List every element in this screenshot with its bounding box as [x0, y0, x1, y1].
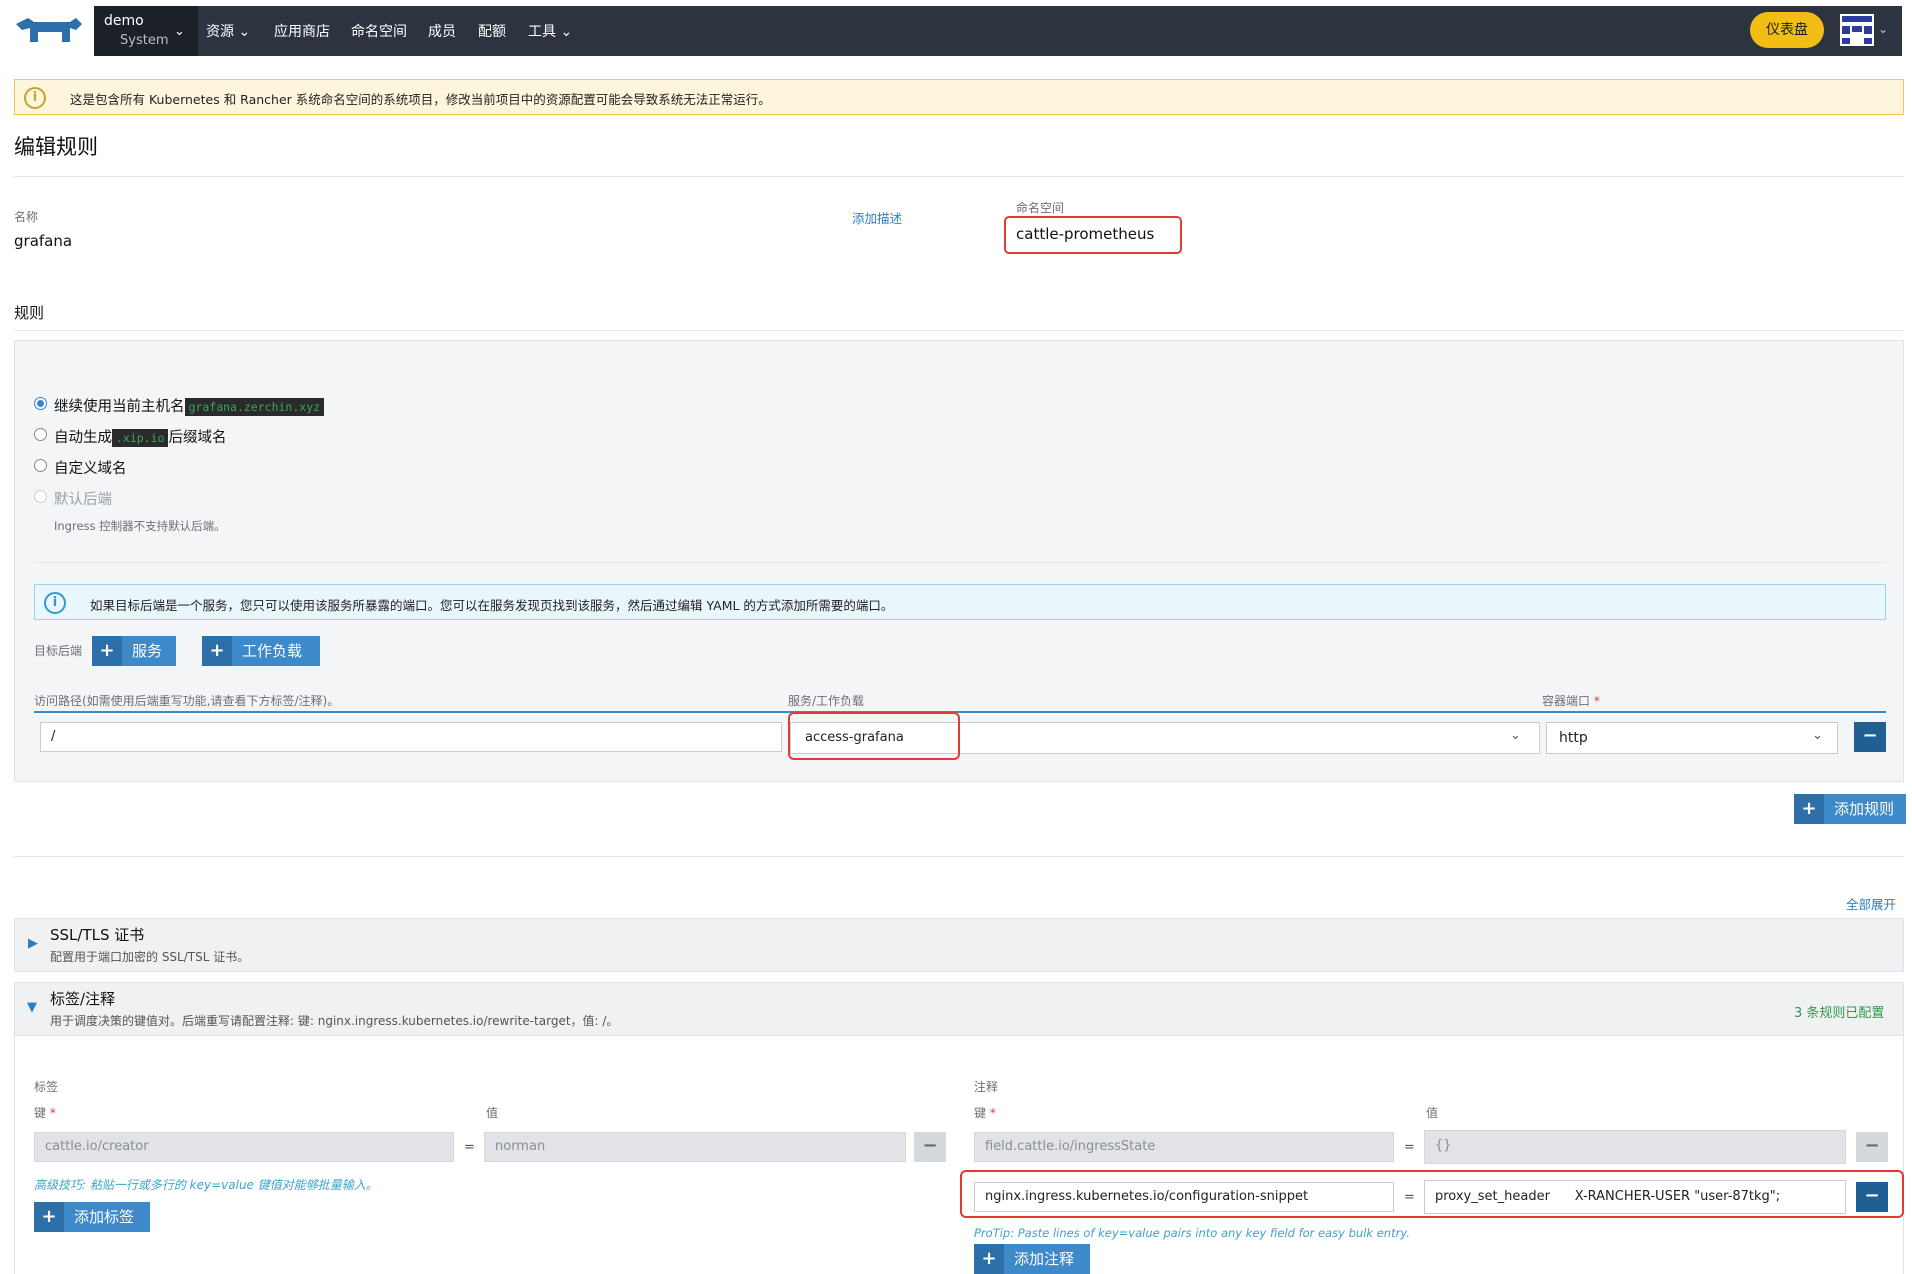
- port-select[interactable]: http: [1546, 722, 1838, 754]
- chevron-down-icon: ⌄: [174, 24, 185, 39]
- annotations-subtitle: 注释: [974, 1080, 999, 1094]
- plus-icon: +: [202, 636, 232, 666]
- expand-triangle-icon[interactable]: ▶: [28, 936, 38, 951]
- annotations-hint: ProTip: Paste lines of key=value pairs i…: [974, 1226, 1410, 1240]
- path-input[interactable]: /: [40, 722, 782, 752]
- plus-icon: +: [34, 1202, 64, 1232]
- nav-item-quotas[interactable]: 配额: [478, 21, 506, 41]
- name-value: grafana: [14, 232, 73, 250]
- nav-item-members[interactable]: 成员: [428, 21, 456, 41]
- ssl-desc: 配置用于端口加密的 SSL/TSL 证书。: [50, 950, 250, 964]
- chevron-down-icon[interactable]: ⌄: [1878, 22, 1888, 36]
- service-header: 服务/工作负载: [788, 694, 865, 708]
- option-auto-generate[interactable]: 自动生成 .xip.io 后缀域名: [54, 426, 226, 447]
- name-label: 名称: [14, 210, 39, 224]
- xip-code: .xip.io: [112, 429, 169, 447]
- ssl-title: SSL/TLS 证书: [50, 926, 145, 944]
- nav-item-resources[interactable]: 资源 ⌄: [206, 21, 250, 41]
- chevron-down-icon: ⌄: [560, 24, 573, 40]
- expand-all-link[interactable]: 全部展开: [1846, 894, 1896, 913]
- add-service-button[interactable]: + 服务: [92, 636, 176, 666]
- remove-annotation-button[interactable]: −: [1856, 1132, 1888, 1162]
- radio-default-backend: [34, 490, 47, 503]
- equals-sign: =: [1404, 1140, 1415, 1155]
- chevron-down-icon: ⌄: [1510, 728, 1521, 743]
- port-header: 容器端口 *: [1542, 694, 1600, 708]
- annotation-key-header: 键 *: [974, 1106, 996, 1120]
- chevron-down-icon: ⌄: [1812, 728, 1823, 743]
- label-key-input[interactable]: cattle.io/creator: [34, 1132, 454, 1162]
- divider: [14, 856, 1904, 857]
- add-annotation-button[interactable]: + 添加注释: [974, 1244, 1090, 1274]
- add-workload-button[interactable]: + 工作负载: [202, 636, 320, 666]
- nav-item-tools[interactable]: 工具 ⌄: [528, 21, 572, 41]
- rancher-logo-icon[interactable]: [12, 14, 84, 46]
- option-default-backend: 默认后端: [54, 492, 112, 508]
- radio-auto-generate[interactable]: [34, 428, 47, 441]
- path-header: 访问路径(如需使用后端重写功能,请查看下方标签/注释)。: [34, 694, 340, 708]
- chevron-down-icon: ⌄: [238, 24, 251, 40]
- remove-label-button[interactable]: −: [914, 1132, 946, 1162]
- radio-custom-domain[interactable]: [34, 459, 47, 472]
- configured-count: 3 条规则已配置: [1794, 1006, 1885, 1021]
- project-name: System: [120, 33, 169, 48]
- target-backend-label: 目标后端: [34, 644, 83, 658]
- plus-icon: +: [92, 636, 122, 666]
- user-avatar-icon[interactable]: [1840, 14, 1874, 46]
- backend-info-text: 如果目标后端是一个服务，您只可以使用该服务所暴露的端口。您可以在服务发现页找到该…: [90, 598, 894, 613]
- header-underline: [34, 711, 1886, 713]
- default-backend-note: Ingress 控制器不支持默认后端。: [54, 519, 226, 533]
- dashboard-button[interactable]: 仪表盘: [1750, 12, 1824, 48]
- page-title: 编辑规则: [14, 135, 98, 159]
- hostname-code: grafana.zerchin.xyz: [184, 398, 325, 416]
- annotation-highlight-box: [960, 1170, 1904, 1218]
- option-custom-domain[interactable]: 自定义域名: [54, 457, 127, 478]
- label-value-header: 值: [486, 1106, 499, 1120]
- label-value-input[interactable]: norman: [484, 1132, 906, 1162]
- cluster-name: demo: [104, 13, 144, 29]
- info-icon: i: [24, 87, 46, 109]
- info-icon: i: [44, 592, 66, 614]
- radio-keep-hostname[interactable]: [34, 397, 47, 410]
- plus-icon: +: [1794, 794, 1824, 824]
- service-highlight-box: [788, 712, 960, 760]
- annotation-key-input[interactable]: field.cattle.io/ingressState: [974, 1132, 1394, 1162]
- nav-item-namespaces[interactable]: 命名空间: [351, 21, 407, 41]
- divider: [14, 176, 1904, 177]
- annotation-value-input[interactable]: {}: [1424, 1130, 1846, 1164]
- plus-icon: +: [974, 1244, 1004, 1274]
- annotation-value-header: 值: [1426, 1106, 1439, 1120]
- labels-subtitle: 标签: [34, 1080, 59, 1094]
- remove-rule-button[interactable]: −: [1854, 722, 1886, 752]
- nav-item-catalog[interactable]: 应用商店: [274, 21, 330, 41]
- label-key-header: 键 *: [34, 1106, 56, 1120]
- divider: [14, 330, 1904, 331]
- namespace-value: cattle-prometheus: [1016, 225, 1155, 243]
- option-keep-hostname[interactable]: 继续使用当前主机名 grafana.zerchin.xyz: [54, 395, 325, 416]
- namespace-label: 命名空间: [1016, 201, 1065, 215]
- divider: [34, 562, 1886, 563]
- labels-desc: 用于调度决策的键值对。后端重写请配置注释: 键: nginx.ingress.k…: [50, 1014, 619, 1028]
- equals-sign: =: [464, 1140, 475, 1155]
- add-label-button[interactable]: + 添加标签: [34, 1202, 150, 1232]
- add-description-link[interactable]: 添加描述: [852, 208, 902, 227]
- ssl-section-header[interactable]: [14, 918, 1904, 972]
- banner-text: 这是包含所有 Kubernetes 和 Rancher 系统命名空间的系统项目，…: [70, 92, 771, 107]
- labels-hint: 高级技巧: 粘贴一行或多行的 key=value 键值对能够批量输入。: [34, 1178, 378, 1192]
- rules-section-title: 规则: [14, 304, 45, 322]
- labels-title: 标签/注释: [50, 990, 116, 1008]
- add-rule-button[interactable]: + 添加规则: [1794, 794, 1906, 824]
- collapse-triangle-icon[interactable]: ▼: [27, 1000, 37, 1015]
